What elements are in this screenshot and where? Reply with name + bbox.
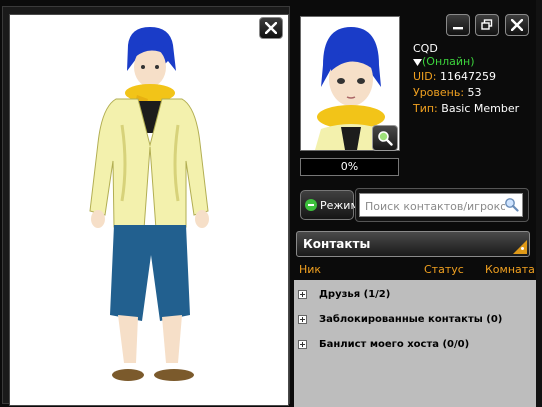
online-status: (Онлайн) [422,55,475,68]
restore-button[interactable] [475,14,499,36]
corner-triangle-icon [513,240,527,254]
search-input[interactable] [363,195,507,217]
group-label: Заблокированные контакты (0) [319,313,503,325]
group-host-banlist[interactable]: Банлист моего хоста (0/0) [298,335,469,353]
mode-button[interactable]: Режим [300,190,359,220]
expand-icon[interactable] [298,314,307,324]
viewer-close-button[interactable] [259,17,283,39]
contacts-header[interactable]: Контакты [296,231,530,257]
progress-text: 0% [340,160,359,173]
avatar-viewer [9,14,289,406]
column-room[interactable]: Комната [485,262,535,278]
contacts-title: Контакты [303,237,371,251]
restore-icon [481,19,493,30]
expand-icon[interactable] [298,339,307,349]
corner-dot-icon [521,247,524,250]
minimize-icon [453,27,463,30]
uid-row: UID: 11647259 [413,70,496,83]
triangle-down-icon [413,58,422,66]
level-row: Уровень: 53 [413,86,482,99]
column-nick[interactable]: Ник [299,262,321,278]
group-blocked[interactable]: Заблокированные контакты (0) [298,310,502,328]
expand-icon[interactable] [298,289,307,299]
online-status-dropdown[interactable]: (Онлайн) [413,55,475,68]
window-close-button[interactable] [505,14,529,36]
close-icon [511,19,523,31]
minimize-button[interactable] [446,14,470,36]
column-status[interactable]: Статус [424,262,464,278]
close-icon [265,22,277,34]
progress-bar: 0% [300,158,399,176]
avatar-full-body [89,27,209,381]
search-icon[interactable] [504,197,519,212]
magnifier-icon [378,131,393,146]
zoom-button[interactable] [372,125,398,151]
group-label: Друзья (1/2) [319,288,391,300]
search-box [359,193,523,217]
profile-name: CQD [413,42,438,55]
mode-button-label: Режим [320,198,359,212]
minus-circle-icon [305,199,317,211]
contacts-columns: Ник Статус Комната [296,262,535,278]
type-row: Тип: Basic Member [413,102,520,115]
group-friends[interactable]: Друзья (1/2) [298,285,390,303]
scrollbar[interactable] [536,0,542,407]
group-label: Банлист моего хоста (0/0) [319,338,470,350]
